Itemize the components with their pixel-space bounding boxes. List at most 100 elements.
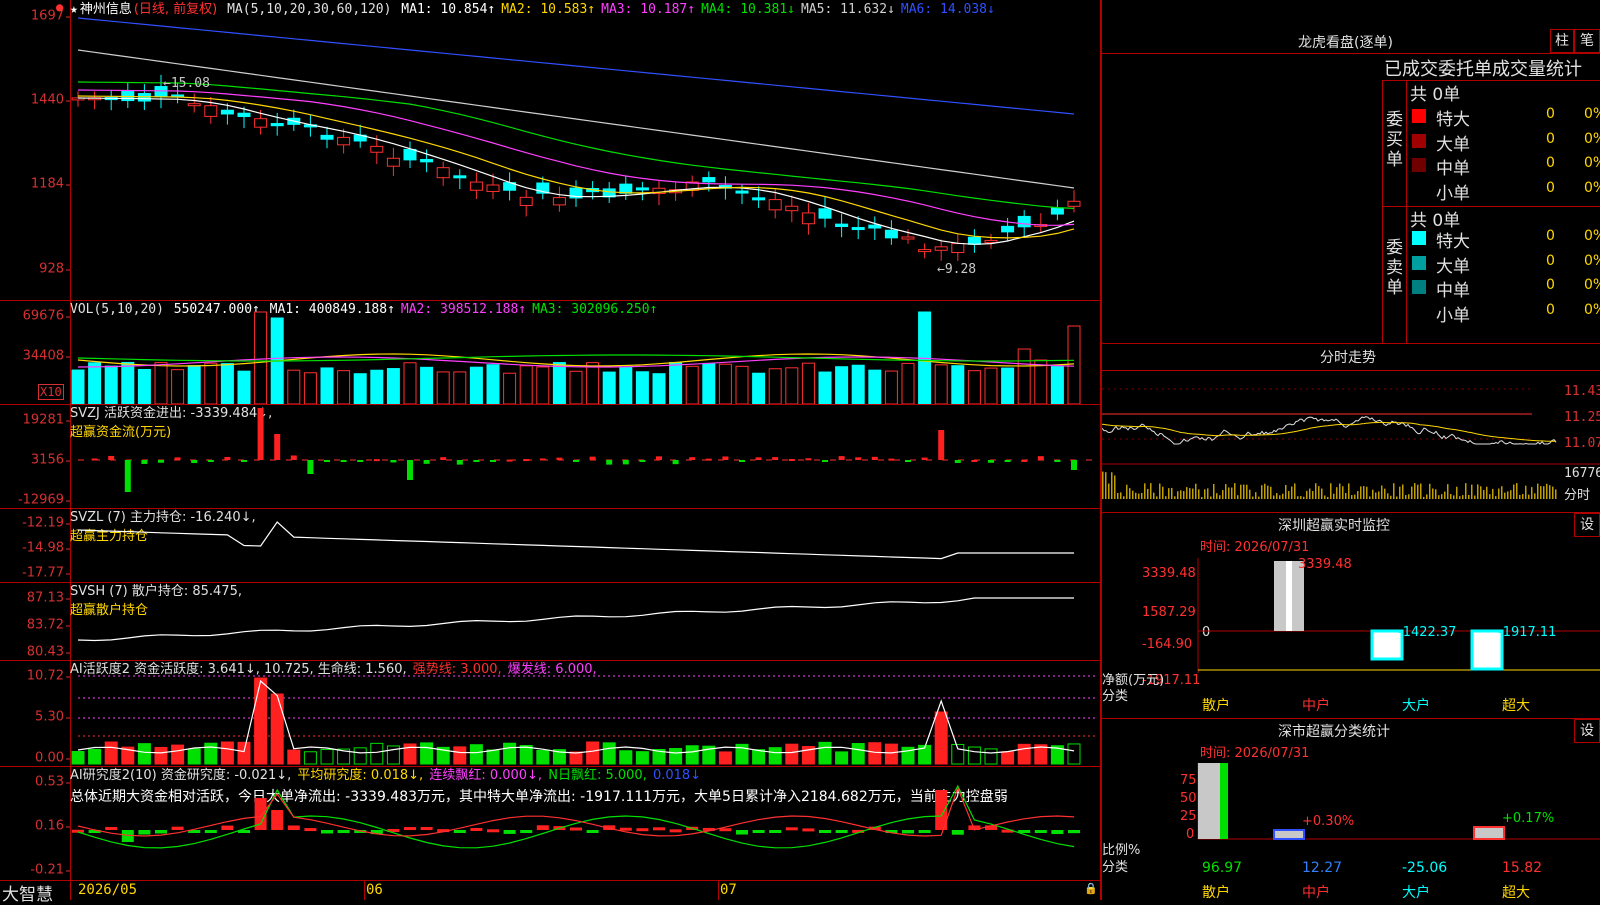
svzj-bar [1004,460,1011,462]
order-pct: 0% [1584,301,1600,318]
intraday-volume-bar [1138,493,1140,499]
ai-activity-bar [884,743,898,765]
volume-panel[interactable]: 69676 34408 X10 VOL(5,10,20) 550247.000↑… [0,300,1100,405]
volume-bar [768,368,782,404]
ai-research-bar [304,828,317,832]
intraday-volume-bar [1396,496,1398,499]
ai-activity-bar [104,741,118,765]
intraday-volume-bar [1486,486,1488,499]
app-logo[interactable]: 大智慧 [2,880,53,905]
candlestick-chart[interactable] [0,0,1100,300]
order-type: 中单 [1436,159,1470,179]
candle-body [204,105,218,117]
intraday-volume-bar [1201,496,1203,499]
candle-body [270,123,284,127]
order-pct: 0% [1584,106,1600,122]
candle-body [851,227,865,231]
order-row: 中单 0 0% [1406,153,1600,179]
dragon-tabs[interactable]: 已成交委托单成交量统计 [1384,55,1582,81]
ai-activity-bar [967,746,981,765]
intraday-volume-bar [1459,496,1461,499]
svzj-bar [174,457,181,460]
svzj-panel[interactable]: 19281 3156 -12969 SVZJ 活跃资金进出: -3339.484… [0,404,1100,509]
svsh-line [77,597,1074,642]
intraday-volume-bar [1507,491,1509,499]
intraday-volume-bar [1318,486,1320,499]
classify-panel[interactable]: 深市超赢分类统计 设 时间: 2026/07/31 75 50 25 0 比例%… [1102,719,1600,901]
intraday-volume-bar [1204,489,1206,499]
ai-research-bar [536,825,549,830]
intraday-volume-bar [1234,483,1236,499]
dragon-tiger-title: 龙虎看盘(逐单) [1298,35,1393,51]
intraday-volume-bar [1498,488,1500,499]
volume-bar [420,366,434,404]
svzj-bar [1054,460,1061,462]
candle-body [918,249,932,253]
svsh-panel[interactable]: 87.13 83.72 80.43 SVSH (7) 散户持仓: 85.475,… [0,582,1100,661]
ai-activity-bar [669,748,683,765]
candle-body [984,239,998,243]
svzj-bar [340,460,347,462]
intraday-volume-bar [1309,488,1311,499]
order-type: 小单 [1436,305,1470,326]
intraday-panel[interactable]: 分时走势 11.43 11.25 11.07 16776 分时 [1102,344,1600,512]
svzl-panel[interactable]: -12.19 -14.98 -17.77 SVZL (7) 主力持仓: -16.… [0,508,1100,583]
intraday-volume-bar [1492,488,1494,499]
intraday-volume-bar [1420,483,1422,499]
ai-research-bar [835,830,848,833]
volume-bar [851,364,865,404]
ai-research-panel[interactable]: 0.53 0.16 -0.21 AI研究度2(10) 资金研究度: -0.021… [0,766,1100,881]
volume-bar [569,370,583,404]
ai-activity-bar [752,749,766,765]
volume-bar [453,371,467,404]
intraday-volume-bar [1210,496,1212,499]
price-panel[interactable]: 1697 1440 1184 928 ● ★ 神州信息 (日线, 前复权) MA(5… [0,0,1100,301]
ai-activity-bar [353,747,367,765]
ai-activity-bar [287,749,301,765]
intraday-volume-bar [1549,485,1551,499]
color-swatch [1412,158,1426,172]
intraday-volume-bar [1252,496,1254,499]
volume-bar [1050,366,1064,404]
ai-research-bar [1051,830,1064,835]
volume-bar [702,362,716,404]
volume-bar [287,369,301,404]
intraday-volume-bar [1342,486,1344,499]
ai-research-bar [155,830,167,834]
volume-bar [818,371,832,404]
svzj-bar [606,460,613,465]
intraday-volume-bar [1378,491,1380,499]
realtime-monitor-panel[interactable]: 深圳超赢实时监控 设 时间: 2026/07/31 3339.48 1587.2… [1102,513,1600,718]
ai-research-bar [769,830,782,833]
order-row: 小单 0 0% [1406,300,1600,326]
pen-mode-button[interactable]: 笔 [1574,29,1600,53]
volume-bar [436,371,450,404]
ai-activity-bar [187,748,201,765]
ai-research-bar [171,826,184,830]
intraday-volume-bar [1105,472,1107,499]
bar-mode-button[interactable]: 柱 [1550,29,1574,53]
ai-research-bar [204,830,217,833]
ai-research-bar [138,830,151,835]
svzj-bar [805,458,812,461]
volume-bar [320,367,334,404]
intraday-volume-bar [1120,492,1122,499]
volume-bar [104,365,118,404]
ai-research-bar [470,827,483,831]
candle-body [735,190,749,194]
order-count: 0 [1546,179,1555,196]
order-pct: 0% [1584,228,1600,244]
intraday-volume-bar [1531,487,1533,499]
order-count: 0 [1546,252,1555,269]
ai-activity-bar [270,693,284,765]
dragon-tiger-panel[interactable]: 龙虎看盘(逐单) 柱 笔 已成交委托单成交量统计 委买单 共 0单 特大00%大… [1102,0,1600,343]
svzj-bar [124,460,131,492]
candle-body [1001,225,1015,233]
intraday-chart[interactable] [1102,344,1600,512]
intraday-volume-bar [1144,483,1146,499]
intraday-volume-bar [1207,488,1209,499]
lock-icon[interactable]: 🔒 [1084,882,1098,895]
ai-activity-panel[interactable]: 10.72 5.30 0.00 AI活跃度2 资金活跃度: 3.641↓, 10… [0,660,1100,767]
ai-research-bar [105,827,118,831]
intraday-volume-bar [1357,491,1359,499]
